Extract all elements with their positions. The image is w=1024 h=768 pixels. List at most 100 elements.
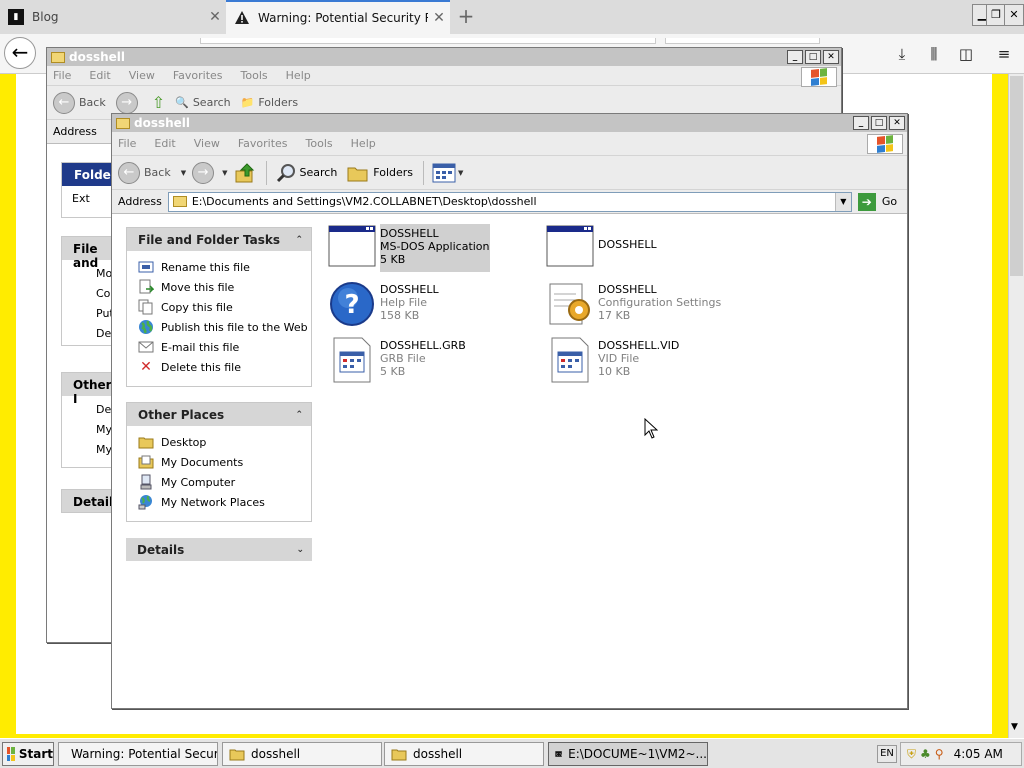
library-icon[interactable]: ⫼: [924, 44, 944, 64]
menu-edit[interactable]: Edit: [154, 137, 175, 150]
place-my-network-places[interactable]: My Network Places: [138, 492, 311, 512]
scrollbar-thumb[interactable]: [1010, 76, 1023, 276]
back-button[interactable]: ←: [4, 37, 36, 69]
file-item-dosshell-help[interactable]: ? DOSSHELL Help File 158 KB: [328, 280, 439, 328]
taskbar-button-dosshell-1[interactable]: dosshell: [222, 742, 382, 766]
search-button[interactable]: Search: [275, 162, 337, 184]
up-folder-icon[interactable]: ⇧: [152, 93, 165, 112]
menu-file[interactable]: File: [53, 69, 71, 82]
publish-file-link[interactable]: Publish this file to the Web: [138, 317, 311, 337]
scroll-down-icon[interactable]: ▼: [1011, 722, 1018, 732]
menu-tools[interactable]: Tools: [241, 69, 268, 82]
network-tray-icon[interactable]: ♣: [920, 747, 931, 761]
email-file-link[interactable]: E-mail this file: [138, 337, 311, 357]
search-bar[interactable]: [665, 38, 820, 44]
close-button[interactable]: ✕: [889, 116, 905, 130]
file-item-dosshell-window[interactable]: DOSSHELL: [546, 224, 657, 272]
copy-file-link[interactable]: Copy this file: [138, 297, 311, 317]
file-name: DOSSHELL.GRB: [380, 339, 466, 352]
close-button[interactable]: ✕: [1004, 4, 1024, 26]
panel-header[interactable]: Other Places ⌃: [127, 403, 311, 426]
file-name: DOSSHELL: [598, 238, 657, 251]
collapse-chevron-icon[interactable]: ⌃: [295, 410, 303, 420]
window-title: dosshell: [134, 116, 191, 130]
file-item-dosshell-exe[interactable]: DOSSHELL MS-DOS Application 5 KB: [328, 224, 490, 272]
restore-button[interactable]: ❐: [986, 4, 1006, 26]
taskbar-button-dosshell-2[interactable]: dosshell: [384, 742, 544, 766]
place-my-computer[interactable]: My Computer: [138, 472, 311, 492]
language-indicator[interactable]: EN: [877, 745, 897, 763]
sidebar-icon[interactable]: ◫: [956, 44, 976, 64]
shield-icon[interactable]: ⛨: [907, 747, 916, 762]
tab-warning[interactable]: Warning: Potential Security Risk A ✕: [226, 0, 450, 34]
expand-chevron-icon[interactable]: ⌄: [296, 545, 304, 555]
collapse-chevron-icon[interactable]: ⌃: [295, 235, 303, 245]
new-tab-button[interactable]: +: [454, 4, 478, 28]
close-tab-icon[interactable]: ✕: [428, 10, 450, 26]
taskbar-button-cmd[interactable]: C:\ E:\DOCUME~1\VM2~...: [548, 742, 708, 766]
search-button[interactable]: 🔍 Search: [175, 96, 231, 109]
back-button[interactable]: ← Back: [53, 91, 106, 114]
close-button[interactable]: ✕: [823, 50, 839, 64]
menu-help[interactable]: Help: [286, 69, 311, 82]
file-item-dosshell-config[interactable]: DOSSHELL Configuration Settings 17 KB: [546, 280, 721, 328]
title-bar[interactable]: dosshell _ □ ✕: [47, 48, 841, 66]
search-tray-icon[interactable]: ⚲: [935, 747, 944, 761]
close-tab-icon[interactable]: ✕: [204, 9, 226, 25]
menu-edit[interactable]: Edit: [89, 69, 110, 82]
title-bar[interactable]: dosshell _ □ ✕: [112, 114, 907, 132]
delete-file-link[interactable]: ✕ Delete this file: [138, 357, 311, 377]
place-my-documents[interactable]: My Documents: [138, 452, 311, 472]
scrollbar[interactable]: ▼: [1008, 74, 1024, 738]
maximize-button[interactable]: □: [871, 116, 887, 130]
folder-icon: [172, 196, 187, 207]
back-dropdown-icon[interactable]: ▼: [181, 169, 186, 177]
forward-dropdown-icon[interactable]: ▼: [222, 169, 227, 177]
menu-view[interactable]: View: [129, 69, 155, 82]
tab-blog[interactable]: ▮ Blog ✕: [0, 0, 226, 34]
file-item-dosshell-grb[interactable]: DOSSHELL.GRB GRB File 5 KB: [328, 336, 466, 384]
go-button[interactable]: ➔ Go: [857, 192, 897, 211]
file-size: 10 KB: [598, 365, 631, 378]
front-explorer-window[interactable]: dosshell _ □ ✕ File Edit View Favorites …: [111, 113, 908, 709]
file-item-dosshell-vid[interactable]: DOSSHELL.VID VID File 10 KB: [546, 336, 679, 384]
minimize-button[interactable]: _: [853, 116, 869, 130]
place-desktop[interactable]: Desktop: [138, 432, 311, 452]
menu-tools[interactable]: Tools: [306, 137, 333, 150]
url-bar[interactable]: [200, 38, 656, 44]
move-file-link[interactable]: Move this file: [138, 277, 311, 297]
start-button[interactable]: Start: [2, 742, 54, 766]
panel-header[interactable]: File and Folder Tasks ⌃: [127, 228, 311, 251]
views-dropdown-icon: ▼: [458, 168, 464, 177]
minimize-button[interactable]: _: [787, 50, 803, 64]
file-name: DOSSHELL: [380, 283, 439, 296]
task-pane: Folder Ext File and Mo Cop Put Del Other…: [61, 162, 121, 642]
folders-button[interactable]: Folders: [347, 163, 413, 183]
rename-file-link[interactable]: Rename this file: [138, 257, 311, 277]
network-icon: [138, 494, 154, 510]
address-input[interactable]: E:\Documents and Settings\VM2.COLLABNET\…: [167, 191, 852, 212]
menu-favorites[interactable]: Favorites: [173, 69, 223, 82]
menu-file[interactable]: File: [118, 137, 136, 150]
maximize-button[interactable]: □: [805, 50, 821, 64]
file-name: DOSSHELL.VID: [598, 339, 680, 352]
menu-view[interactable]: View: [194, 137, 220, 150]
forward-button[interactable]: →: [115, 91, 142, 114]
download-icon[interactable]: ⤓: [892, 44, 912, 64]
window-title: dosshell: [69, 50, 126, 64]
back-button[interactable]: ← Back: [118, 161, 171, 184]
folder-icon: [391, 749, 407, 761]
folders-button[interactable]: 📁 Folders: [241, 96, 298, 109]
menu-icon[interactable]: ≡: [994, 44, 1014, 64]
taskbar-button-firefox[interactable]: Warning: Potential Secur...: [58, 742, 218, 766]
task-label: Move this file: [161, 280, 235, 294]
menu-favorites[interactable]: Favorites: [238, 137, 288, 150]
up-folder-button[interactable]: [234, 162, 256, 184]
panel-header[interactable]: Details ⌄: [126, 538, 312, 561]
menu-help[interactable]: Help: [351, 137, 376, 150]
folder-icon: [116, 117, 130, 129]
forward-button[interactable]: →: [192, 161, 218, 184]
address-dropdown-icon[interactable]: ▼: [834, 192, 851, 211]
views-button[interactable]: ▼: [432, 163, 469, 183]
address-label: Address: [53, 125, 97, 138]
